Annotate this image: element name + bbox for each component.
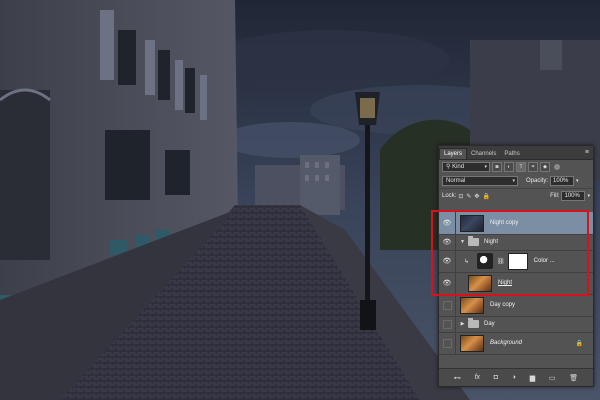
layer-group-row[interactable]: 👁 ▼ Night: [439, 234, 593, 251]
trash-icon[interactable]: 🗑: [569, 374, 578, 382]
panel-menu-icon[interactable]: ≡: [585, 149, 589, 156]
opacity-input[interactable]: 100%: [550, 176, 575, 186]
lock-row: Lock: ⊡ ✎ ✥ 🔒 Fill: 100% ▾: [439, 189, 593, 203]
layer-thumbnail: [460, 214, 484, 232]
layer-name: Night: [498, 280, 513, 286]
filter-row: ⚲ Kind ▾ ◙ ◐ T ⌗ ◆: [439, 160, 593, 174]
add-mask-icon[interactable]: ◘: [494, 374, 498, 381]
layer-thumbnail: [460, 296, 484, 314]
new-layer-icon[interactable]: ▭: [549, 374, 556, 382]
lock-position-icon[interactable]: ✥: [474, 193, 479, 200]
type-filter-icon[interactable]: T: [516, 162, 526, 172]
eye-hidden-icon[interactable]: [439, 316, 456, 332]
blend-mode-select[interactable]: Normal ▾: [442, 176, 518, 186]
opacity-label: Opacity:: [526, 178, 549, 184]
layer-group-row[interactable]: ▶ Day: [439, 316, 593, 333]
layers-panel: Layers Channels Paths ≡ ⚲ Kind ▾ ◙ ◐ T ⌗…: [438, 145, 594, 387]
smart-object-filter-icon[interactable]: ◆: [540, 162, 550, 172]
eye-icon[interactable]: 👁: [439, 272, 456, 294]
filter-toggle-icon[interactable]: [554, 164, 560, 170]
chevron-down-icon: ▾: [484, 164, 487, 170]
layer-name: Background: [490, 340, 523, 346]
link-icon: ⛓: [497, 258, 505, 265]
layer-thumbnail: [468, 274, 492, 292]
layer-thumbnail: [460, 334, 484, 352]
panel-bottom-bar: ⊷ fx ◘ ◑ ▆ ▭ 🗑: [439, 368, 593, 386]
clipping-arrow-icon: ↳: [464, 258, 470, 265]
layer-row[interactable]: Background 🔒: [439, 332, 593, 355]
collapse-triangle-icon[interactable]: ▶: [459, 321, 466, 327]
lock-pixels-icon[interactable]: ✎: [466, 193, 471, 200]
chevron-down-icon[interactable]: ▾: [587, 193, 590, 199]
layer-row[interactable]: Day copy: [439, 294, 593, 317]
layer-row[interactable]: 👁 Night: [439, 272, 593, 295]
panel-tab-bar: Layers Channels Paths ≡: [439, 146, 593, 160]
adjustment-icon: [477, 253, 494, 269]
eye-icon[interactable]: 👁: [439, 234, 456, 250]
photoshop-workspace: Layers Channels Paths ≡ ⚲ Kind ▾ ◙ ◐ T ⌗…: [0, 0, 600, 400]
layer-name: Day copy: [490, 302, 516, 308]
layer-name: Color ...: [533, 258, 555, 264]
tab-channels[interactable]: Channels: [467, 149, 500, 159]
folder-icon: [468, 318, 479, 328]
blend-row: Normal ▾ Opacity: 100% ▾: [439, 174, 593, 189]
lock-icon: 🔒: [575, 340, 583, 347]
layer-list: 👁 Night copy 👁 ▼ Night 👁 ↳ ⛓ Color ... 👁…: [439, 212, 593, 366]
lock-all-icon[interactable]: 🔒: [482, 193, 489, 200]
filter-kind-label: Kind: [452, 164, 465, 170]
new-group-icon[interactable]: ▆: [530, 374, 535, 382]
layer-mask-thumbnail: [507, 252, 528, 270]
layer-row[interactable]: 👁 Night copy: [439, 212, 593, 235]
chevron-down-icon: ▾: [512, 178, 515, 184]
layer-name: Night copy: [490, 220, 519, 226]
eye-hidden-icon[interactable]: [439, 332, 456, 354]
fx-icon[interactable]: fx: [475, 374, 480, 381]
lock-transparent-icon[interactable]: ⊡: [458, 193, 463, 200]
eye-icon[interactable]: 👁: [439, 250, 456, 272]
layer-row[interactable]: 👁 ↳ ⛓ Color ...: [439, 250, 593, 273]
pixel-filter-icon[interactable]: ◙: [492, 162, 502, 172]
tab-layers[interactable]: Layers: [439, 148, 468, 159]
fill-label: Fill:: [550, 193, 560, 199]
expand-triangle-icon[interactable]: ▼: [459, 239, 466, 245]
folder-icon: [468, 236, 479, 246]
tab-paths[interactable]: Paths: [500, 149, 523, 159]
blend-mode-label: Normal: [446, 178, 466, 184]
filter-kind-select[interactable]: ⚲ Kind ▾: [442, 162, 490, 172]
layer-name: Day: [484, 321, 495, 327]
shape-filter-icon[interactable]: ⌗: [528, 162, 538, 172]
fill-input[interactable]: 100%: [561, 191, 586, 201]
link-layers-icon[interactable]: ⊷: [454, 374, 461, 382]
eye-icon[interactable]: 👁: [439, 212, 456, 234]
layer-name: Night: [484, 239, 499, 245]
lock-label: Lock:: [442, 193, 457, 199]
chevron-down-icon[interactable]: ▾: [576, 178, 579, 184]
adjustment-filter-icon[interactable]: ◐: [504, 162, 514, 172]
eye-hidden-icon[interactable]: [439, 294, 456, 316]
adjustment-layer-icon[interactable]: ◑: [512, 374, 516, 381]
